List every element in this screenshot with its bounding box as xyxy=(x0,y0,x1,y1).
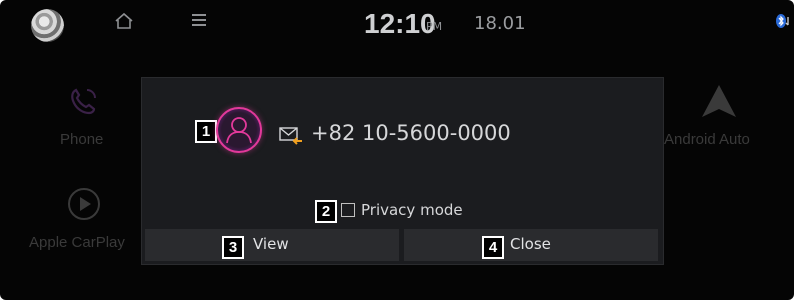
callout-1: 1 xyxy=(195,120,217,143)
android-auto-icon xyxy=(702,85,736,117)
privacy-mode-label[interactable]: Privacy mode xyxy=(361,201,463,219)
person-icon xyxy=(226,117,252,144)
phone-icon xyxy=(71,88,96,115)
view-button-label: View xyxy=(253,235,289,253)
menu-icon[interactable] xyxy=(192,14,206,26)
head-unit-screen: 12:10 PM 18.01 Phone Apple CarPlay Andro… xyxy=(0,0,794,300)
clock-ampm: PM xyxy=(426,20,443,33)
close-button-label: Close xyxy=(510,235,551,253)
view-button[interactable]: View xyxy=(145,229,399,261)
callout-4: 4 xyxy=(482,236,504,259)
play-icon xyxy=(68,188,100,220)
bluetooth-icon xyxy=(776,14,789,28)
message-envelope-icon xyxy=(279,127,302,145)
close-button[interactable]: Close xyxy=(404,229,658,261)
status-bar: 12:10 PM 18.01 xyxy=(0,0,794,46)
callout-3: 3 xyxy=(222,236,244,259)
privacy-mode-checkbox[interactable] xyxy=(341,203,355,217)
caller-number: +82 10-5600-0000 xyxy=(311,121,511,145)
brand-logo-icon[interactable] xyxy=(31,9,64,42)
caller-avatar xyxy=(216,107,262,153)
home-icon[interactable] xyxy=(114,12,134,30)
date-display: 18.01 xyxy=(474,13,526,34)
home-item-label: Android Auto xyxy=(664,131,750,148)
callout-2: 2 xyxy=(315,200,337,223)
home-item-label: Apple CarPlay xyxy=(29,234,125,251)
home-item-label: Phone xyxy=(60,131,104,148)
clock-time: 12:10 xyxy=(364,8,436,39)
